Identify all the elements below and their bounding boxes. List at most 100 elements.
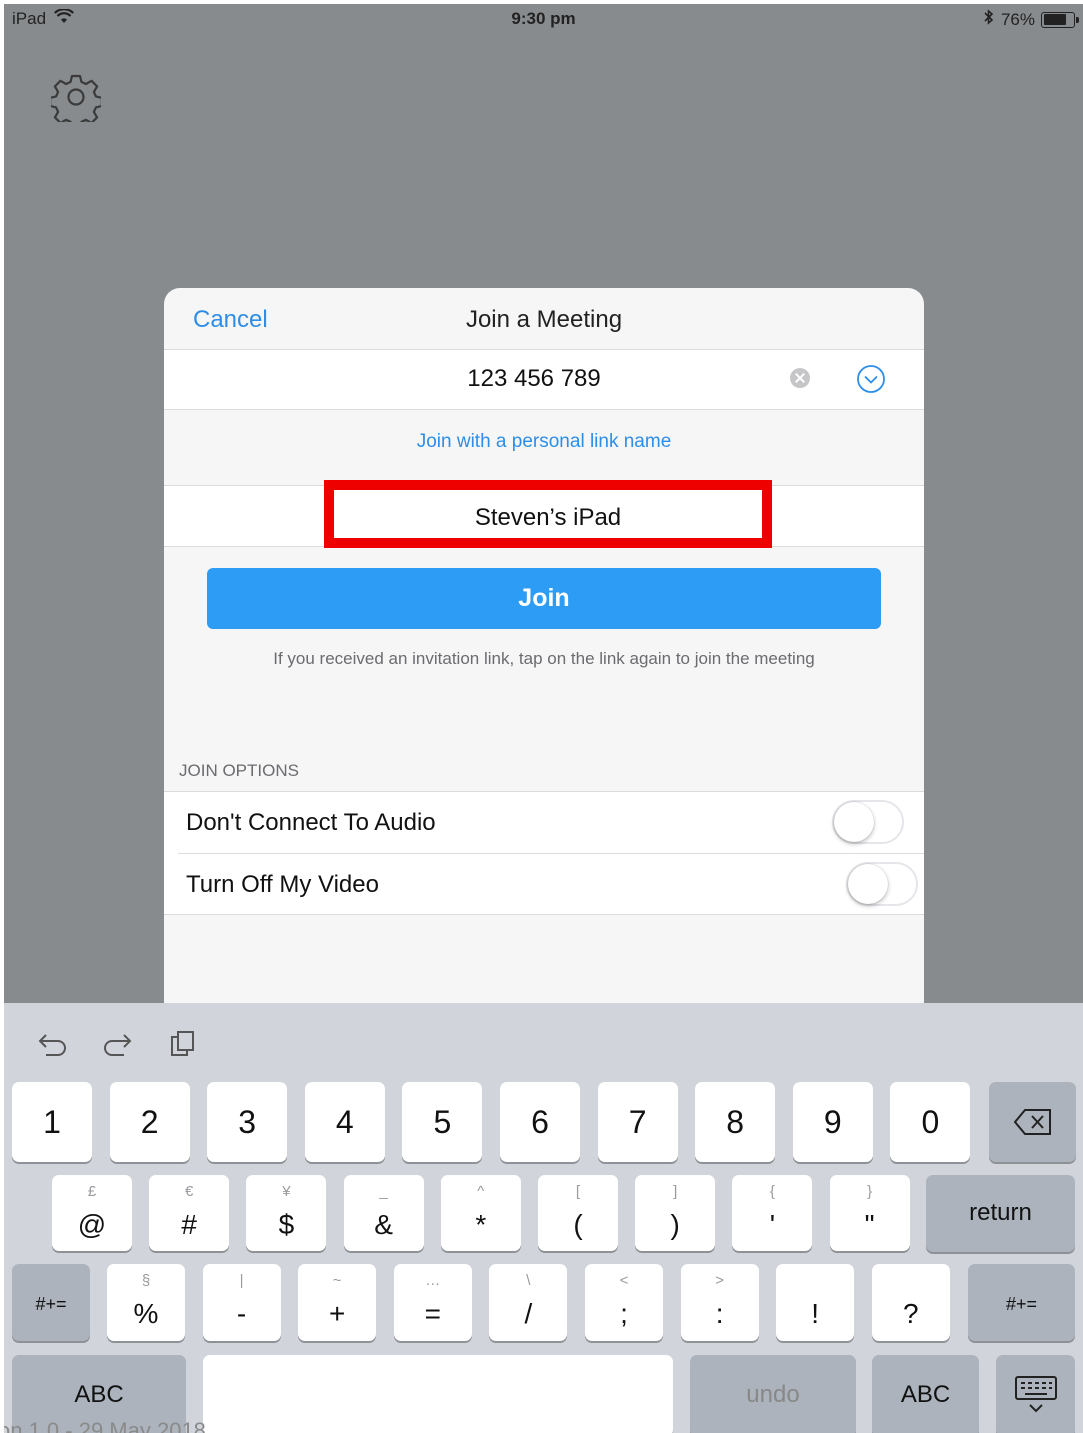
symbols-label: #+= bbox=[35, 1294, 67, 1314]
key-label: 7 bbox=[628, 1104, 647, 1140]
key-label: - bbox=[236, 1298, 247, 1329]
key-3[interactable]: 3 bbox=[207, 1082, 288, 1162]
key-symbol[interactable]: | - bbox=[202, 1264, 281, 1341]
key-symbol[interactable]: € # bbox=[149, 1175, 230, 1251]
dialog-title: Join a Meeting bbox=[465, 306, 623, 333]
clear-icon[interactable] bbox=[790, 368, 810, 388]
key-4[interactable]: 4 bbox=[304, 1082, 385, 1162]
undo-key[interactable]: undo bbox=[690, 1355, 856, 1433]
key-symbol[interactable]: \ / bbox=[489, 1264, 568, 1341]
key-label: 2 bbox=[140, 1104, 159, 1140]
symbols-label: #+= bbox=[1005, 1294, 1038, 1314]
join-button[interactable]: Join bbox=[207, 568, 881, 629]
key-7[interactable]: 7 bbox=[597, 1082, 678, 1162]
key-alt-label: [ bbox=[575, 1183, 581, 1200]
toggle-knob bbox=[834, 802, 874, 842]
chevron-down-icon[interactable] bbox=[856, 364, 886, 394]
key-symbol[interactable]: <; bbox=[585, 1264, 663, 1341]
key-symbol[interactable]: ~ + bbox=[298, 1264, 377, 1341]
key-symbol[interactable]: §% bbox=[107, 1264, 185, 1341]
key-alt-label: € bbox=[185, 1183, 194, 1200]
abc-label: ABC bbox=[900, 1381, 951, 1408]
key-label: 4 bbox=[335, 1104, 354, 1140]
meeting-id-value: 123 456 789 bbox=[467, 365, 601, 392]
battery-icon bbox=[1041, 11, 1079, 28]
key-alt-label: | bbox=[239, 1272, 244, 1289]
key-symbol[interactable]: } " bbox=[829, 1175, 910, 1251]
dismiss-keyboard-key[interactable] bbox=[996, 1355, 1075, 1433]
option-video-label: Turn Off My Video bbox=[186, 871, 379, 898]
key-label: # bbox=[181, 1209, 197, 1240]
key-9[interactable]: 9 bbox=[792, 1082, 873, 1162]
key-6[interactable]: 6 bbox=[500, 1082, 580, 1162]
key-symbol[interactable]: ! bbox=[776, 1264, 855, 1341]
symbols-key-right[interactable]: #+= bbox=[968, 1264, 1075, 1341]
key-alt-label: … bbox=[425, 1272, 441, 1289]
option-video-toggle[interactable] bbox=[846, 862, 918, 906]
key-alt-label: > bbox=[715, 1272, 724, 1289]
key-label: 5 bbox=[433, 1104, 452, 1140]
undo-label: undo bbox=[746, 1381, 800, 1408]
backspace-icon bbox=[1013, 1108, 1053, 1141]
symbols-key-left[interactable]: #+= bbox=[12, 1264, 90, 1341]
personal-link-row: Join with a personal link name bbox=[164, 410, 924, 486]
key-label: 0 bbox=[921, 1104, 940, 1140]
key-label: 8 bbox=[726, 1104, 745, 1140]
paste-icon[interactable] bbox=[166, 1025, 202, 1066]
key-symbol[interactable]: ¥ $ bbox=[246, 1175, 327, 1251]
ipad-screen: iPad 9:30 pm 76% Cancel Join a Meeting 1… bbox=[4, 4, 1083, 1433]
option-audio-row: Don't Connect To Audio bbox=[164, 792, 924, 853]
key-symbol[interactable]: [( bbox=[538, 1175, 618, 1251]
key-label: @ bbox=[77, 1209, 107, 1240]
key-0[interactable]: 0 bbox=[890, 1082, 971, 1162]
display-name-row: Steven’s iPad bbox=[164, 480, 924, 548]
key-symbol[interactable]: ^ * bbox=[440, 1175, 521, 1251]
option-audio-toggle[interactable] bbox=[832, 800, 904, 844]
meeting-id-field[interactable]: 123 456 789 bbox=[164, 350, 924, 410]
key-alt-label: _ bbox=[379, 1183, 388, 1200]
join-options-list: Don't Connect To Audio Turn Off My Video bbox=[164, 791, 924, 915]
return-key[interactable]: return bbox=[926, 1175, 1075, 1252]
key-1[interactable]: 1 bbox=[12, 1082, 92, 1162]
key-label: " bbox=[864, 1209, 875, 1240]
key-symbol[interactable]: >: bbox=[680, 1264, 759, 1341]
redo-icon[interactable] bbox=[100, 1025, 136, 1066]
key-label: ! bbox=[811, 1298, 820, 1329]
personal-link-button[interactable]: Join with a personal link name bbox=[164, 431, 924, 453]
key-label: ' bbox=[769, 1209, 776, 1240]
key-symbol[interactable]: … = bbox=[393, 1264, 472, 1341]
key-symbol[interactable]: £ @ bbox=[52, 1175, 132, 1251]
key-symbol[interactable]: ? bbox=[871, 1264, 950, 1341]
status-time: 9:30 pm bbox=[511, 9, 576, 28]
key-label: ) bbox=[670, 1209, 680, 1240]
keyboard-shortcut-bar bbox=[34, 1025, 202, 1066]
abc-key-right[interactable]: ABC bbox=[872, 1355, 979, 1433]
key-alt-label: \ bbox=[526, 1272, 531, 1289]
key-alt-label: ^ bbox=[477, 1183, 485, 1200]
key-8[interactable]: 8 bbox=[695, 1082, 776, 1162]
key-5[interactable]: 5 bbox=[402, 1082, 483, 1162]
key-label: 3 bbox=[238, 1104, 257, 1140]
key-label: ? bbox=[903, 1298, 919, 1329]
space-bar[interactable] bbox=[203, 1355, 673, 1433]
key-symbol[interactable]: _ & bbox=[343, 1175, 424, 1251]
key-alt-label: ¥ bbox=[282, 1183, 291, 1200]
settings-gear-icon[interactable] bbox=[49, 72, 103, 129]
key-label: ; bbox=[620, 1298, 628, 1329]
backspace-key[interactable] bbox=[989, 1082, 1076, 1162]
key-2[interactable]: 2 bbox=[109, 1082, 190, 1162]
key-symbol[interactable]: {' bbox=[732, 1175, 813, 1251]
key-label: / bbox=[524, 1298, 533, 1329]
on-screen-keyboard: 1 2 3 4 5 6 7 8 9 0 £ @ € # ¥ $ _ & ^ *[(]){'} " return #+= §% |… bbox=[4, 1003, 1083, 1433]
key-symbol[interactable]: ]) bbox=[635, 1175, 716, 1251]
display-name-field[interactable]: Steven’s iPad bbox=[324, 480, 772, 548]
version-footnote: on 1.0 - 29 May 2018 bbox=[4, 1418, 206, 1433]
display-name-value: Steven’s iPad bbox=[474, 504, 622, 531]
join-options-header: JOIN OPTIONS bbox=[179, 761, 299, 780]
option-audio-label: Don't Connect To Audio bbox=[186, 809, 436, 836]
key-label: & bbox=[374, 1209, 393, 1240]
option-video-row: Turn Off My Video bbox=[178, 853, 924, 914]
key-label: % bbox=[133, 1298, 159, 1329]
undo-icon[interactable] bbox=[34, 1025, 70, 1066]
toggle-knob bbox=[848, 864, 888, 904]
